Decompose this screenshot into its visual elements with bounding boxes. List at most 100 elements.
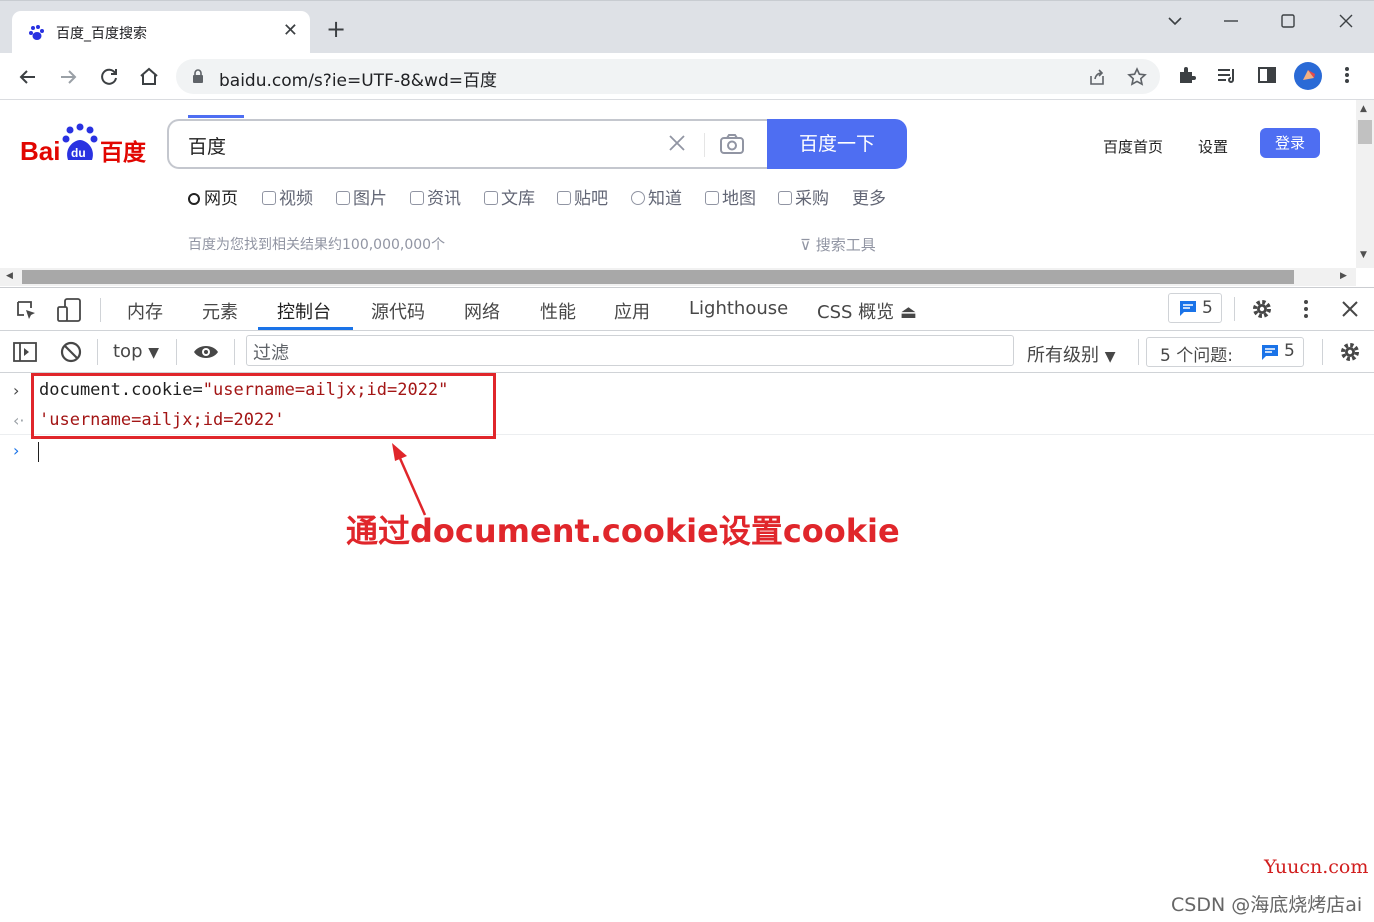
- tieba-icon: [557, 191, 571, 205]
- console-caret[interactable]: [38, 442, 39, 462]
- page-horizontal-scrollbar[interactable]: ◀ ▶: [0, 268, 1356, 286]
- browser-menu-icon[interactable]: [1336, 64, 1358, 86]
- device-toolbar-icon[interactable]: [56, 297, 82, 323]
- tab-performance[interactable]: 性能: [540, 298, 576, 324]
- scroll-right-arrow-icon[interactable]: ▶: [1340, 271, 1347, 281]
- toolbar-divider: [1322, 339, 1323, 365]
- maximize-icon[interactable]: [1277, 10, 1299, 32]
- tab-console[interactable]: 控制台: [277, 298, 331, 324]
- vertical-scroll-thumb[interactable]: [1358, 120, 1372, 144]
- back-arrow-icon[interactable]: [16, 65, 40, 89]
- close-devtools-icon[interactable]: [1339, 298, 1361, 320]
- forward-arrow-icon[interactable]: [56, 65, 80, 89]
- url-text[interactable]: baidu.com/s?ie=UTF-8&wd=百度: [219, 66, 497, 91]
- tab-wenku[interactable]: 文库: [484, 184, 535, 209]
- console-filter-input[interactable]: 过滤: [246, 335, 1014, 366]
- tab-sources[interactable]: 源代码: [371, 298, 425, 324]
- camera-icon[interactable]: [718, 132, 746, 156]
- tab-css-overview[interactable]: CSS 概览 ⏏: [817, 298, 917, 324]
- home-icon[interactable]: [137, 65, 161, 89]
- scroll-down-arrow-icon[interactable]: ▼: [1360, 250, 1367, 260]
- log-levels-dropdown[interactable]: 所有级别 ▼: [1027, 341, 1116, 367]
- toolbar-divider: [234, 339, 235, 365]
- reading-list-icon[interactable]: [1216, 64, 1238, 86]
- profile-avatar[interactable]: [1294, 62, 1322, 90]
- svg-text:du: du: [71, 146, 86, 160]
- search-button[interactable]: 百度一下: [767, 119, 907, 169]
- devtools-menu-icon[interactable]: [1296, 297, 1316, 321]
- side-panel-icon[interactable]: [1256, 64, 1278, 86]
- new-tab-button[interactable]: +: [326, 17, 346, 41]
- toolbar-divider: [97, 339, 98, 365]
- news-icon: [410, 191, 424, 205]
- tab-zhidao[interactable]: 知道: [631, 184, 682, 209]
- svg-text:百度: 百度: [100, 139, 147, 166]
- search-icon: [188, 193, 200, 205]
- tab-purchase[interactable]: 采购: [778, 184, 829, 209]
- tab-images[interactable]: 图片: [336, 184, 387, 209]
- baidu-home-link[interactable]: 百度首页: [1103, 136, 1163, 157]
- flask-icon: ⏏: [899, 302, 917, 323]
- tab-more[interactable]: 更多: [852, 184, 886, 209]
- issues-count: 5: [1202, 298, 1213, 318]
- scroll-left-arrow-icon[interactable]: ◀: [6, 271, 13, 281]
- search-box[interactable]: 百度: [167, 119, 767, 169]
- issues-label-count: 5: [1284, 341, 1295, 361]
- console-settings-gear-icon[interactable]: [1338, 340, 1362, 364]
- live-expression-eye-icon[interactable]: [192, 340, 220, 364]
- annotation-text: 通过document.cookie设置cookie: [346, 512, 900, 550]
- browser-tab[interactable]: 百度_百度搜索 ✕: [12, 11, 310, 53]
- tab-title: 百度_百度搜索: [56, 26, 147, 42]
- scroll-up-arrow-icon[interactable]: ▲: [1360, 104, 1367, 114]
- tab-lighthouse[interactable]: Lighthouse: [689, 298, 788, 319]
- reload-icon[interactable]: [97, 65, 121, 89]
- settings-gear-icon[interactable]: [1250, 297, 1274, 321]
- search-tools-link[interactable]: ⊽ 搜索工具: [800, 234, 876, 255]
- search-divider: [704, 133, 705, 157]
- tab-web[interactable]: 网页: [188, 184, 238, 209]
- search-input[interactable]: 百度: [188, 132, 226, 159]
- highlight-box: [31, 373, 496, 439]
- tab-network[interactable]: 网络: [464, 298, 500, 324]
- tab-search-chevron-icon[interactable]: [1164, 10, 1186, 32]
- baidu-logo[interactable]: Bai du 百度: [20, 122, 148, 166]
- tab-close-icon[interactable]: ✕: [283, 20, 298, 41]
- document-icon: [484, 191, 498, 205]
- map-pin-icon: [705, 191, 719, 205]
- extensions-puzzle-icon[interactable]: [1176, 64, 1198, 86]
- toolbar-divider: [1138, 339, 1139, 365]
- bookmark-star-icon[interactable]: [1127, 67, 1147, 87]
- active-tab-indicator: [188, 115, 244, 118]
- tab-news[interactable]: 资讯: [410, 184, 461, 209]
- result-count: 百度为您找到相关结果约100,000,000个: [188, 237, 446, 253]
- login-button[interactable]: 登录: [1260, 128, 1320, 158]
- share-icon[interactable]: [1087, 67, 1107, 87]
- clear-search-icon[interactable]: [666, 132, 688, 154]
- clear-console-icon[interactable]: [59, 340, 83, 364]
- author-watermark: CSDN @海底烧烤店ai: [1171, 894, 1363, 916]
- image-icon: [336, 191, 350, 205]
- tab-video[interactable]: 视频: [262, 184, 313, 209]
- active-devtools-tab-indicator: [258, 327, 353, 330]
- address-bar[interactable]: baidu.com/s?ie=UTF-8&wd=百度: [176, 59, 1160, 94]
- settings-link[interactable]: 设置: [1198, 136, 1228, 157]
- inspect-element-icon[interactable]: [14, 298, 38, 322]
- tab-map[interactable]: 地图: [705, 184, 756, 209]
- tab-tieba[interactable]: 贴吧: [557, 184, 608, 209]
- sidebar-toggle-icon[interactable]: [12, 340, 38, 364]
- lock-icon[interactable]: [192, 69, 204, 83]
- dropdown-caret-icon: ▼: [1104, 349, 1116, 365]
- minimize-icon[interactable]: [1220, 10, 1242, 32]
- window-close-icon[interactable]: [1335, 10, 1357, 32]
- tab-memory[interactable]: 内存: [127, 298, 163, 324]
- output-return-icon: ‹·: [13, 411, 25, 430]
- message-icon: [1262, 345, 1278, 360]
- context-selector[interactable]: top ▼: [113, 341, 159, 362]
- issues-badge[interactable]: 5: [1168, 293, 1222, 323]
- tab-application[interactable]: 应用: [614, 298, 650, 324]
- page-vertical-scrollbar[interactable]: ▲ ▼: [1356, 100, 1374, 268]
- svg-text:Bai: Bai: [20, 136, 60, 166]
- horizontal-scroll-thumb[interactable]: [22, 270, 1294, 284]
- tab-elements[interactable]: 元素: [202, 298, 238, 324]
- issues-counter-button[interactable]: 5 个问题: 5: [1146, 337, 1304, 367]
